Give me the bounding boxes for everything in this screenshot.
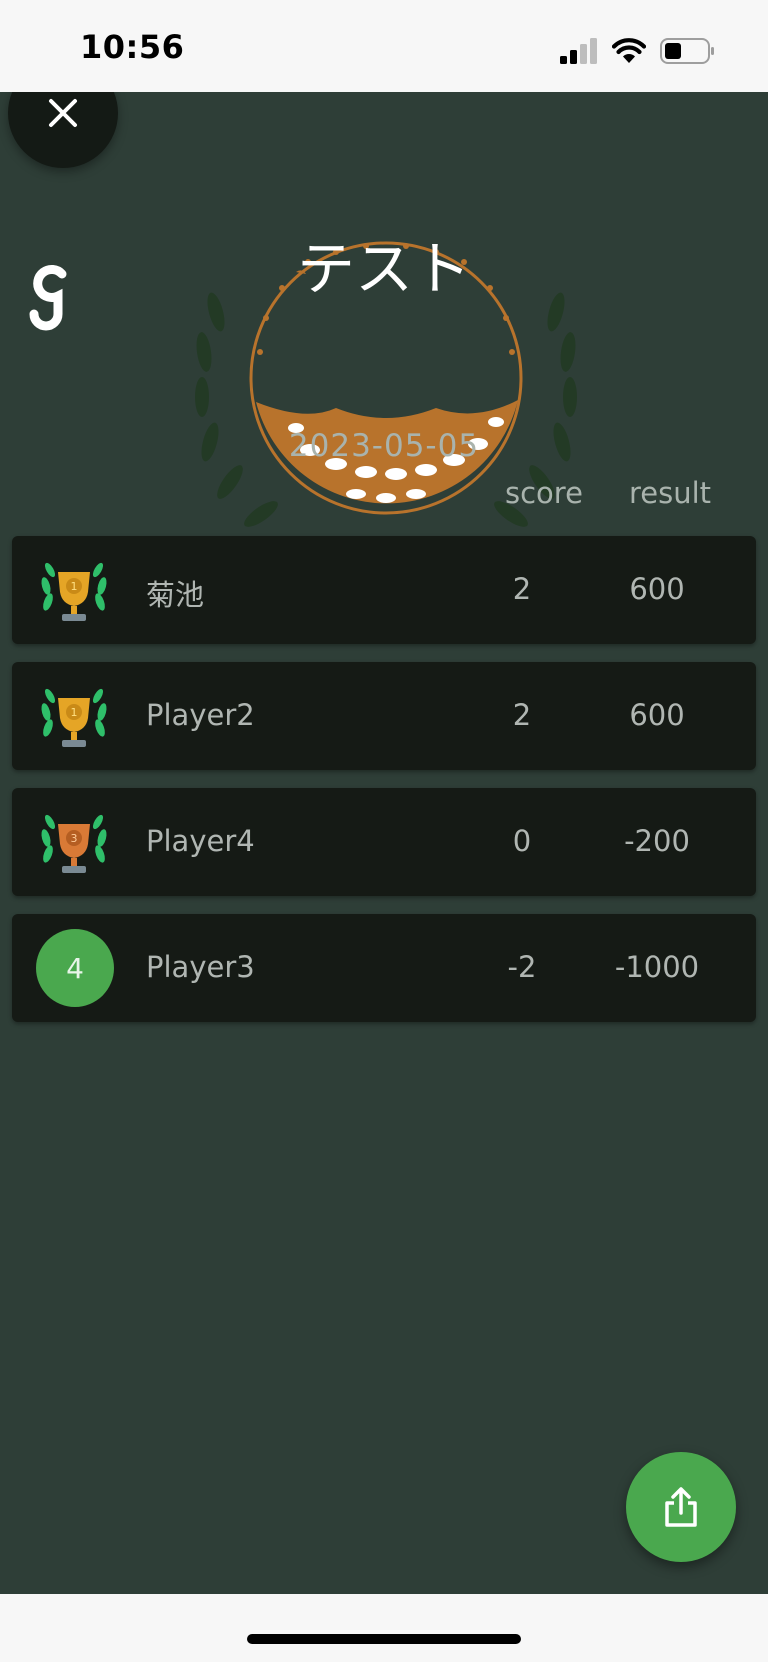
player-result: -200 bbox=[624, 824, 690, 858]
player-result: -1000 bbox=[614, 950, 700, 984]
result-column-header: result bbox=[629, 476, 712, 510]
svg-text:1: 1 bbox=[71, 580, 78, 593]
player-name: Player4 bbox=[146, 824, 255, 858]
svg-text:3: 3 bbox=[71, 832, 78, 845]
player-score: 2 bbox=[512, 572, 532, 606]
status-bar: 10:56 bbox=[0, 0, 768, 92]
player-score: 2 bbox=[512, 698, 532, 732]
close-icon bbox=[49, 99, 77, 127]
results-screen: テスト 2023-05-05 score result 1 菊池 2 600 1 bbox=[0, 92, 768, 1594]
player-row[interactable]: 3 Player4 0 -200 bbox=[12, 788, 756, 896]
player-result: 600 bbox=[629, 572, 685, 606]
player-list: 1 菊池 2 600 1 Player2 2 600 3 Player4 0 -… bbox=[12, 536, 756, 1040]
status-icons bbox=[560, 38, 716, 64]
home-indicator[interactable] bbox=[247, 1634, 521, 1644]
player-score: -2 bbox=[507, 950, 537, 984]
app-logo-icon bbox=[22, 264, 70, 340]
gold-trophy-icon: 1 bbox=[41, 562, 107, 621]
event-title: テスト bbox=[296, 235, 471, 303]
svg-text:1: 1 bbox=[71, 706, 78, 719]
score-column-header: score bbox=[505, 476, 583, 510]
player-score: 0 bbox=[512, 824, 532, 858]
battery-icon bbox=[660, 38, 714, 64]
rank-badge: 4 bbox=[36, 929, 114, 1007]
status-time: 10:56 bbox=[80, 28, 185, 66]
share-icon bbox=[665, 1487, 697, 1527]
player-row[interactable]: 1 Player2 2 600 bbox=[12, 662, 756, 770]
bronze-trophy-icon: 3 bbox=[41, 814, 107, 873]
player-row[interactable]: 4 Player3 -2 -1000 bbox=[12, 914, 756, 1022]
player-name: Player3 bbox=[146, 950, 255, 984]
player-name: Player2 bbox=[146, 698, 255, 732]
gold-trophy-icon: 1 bbox=[41, 688, 107, 747]
share-button[interactable] bbox=[626, 1452, 736, 1562]
player-row[interactable]: 1 菊池 2 600 bbox=[12, 536, 756, 644]
event-date: 2023-05-05 bbox=[288, 428, 480, 464]
player-result: 600 bbox=[629, 698, 685, 732]
cellular-signal-icon bbox=[560, 38, 597, 64]
close-button[interactable] bbox=[8, 92, 118, 168]
player-name: 菊池 bbox=[146, 578, 205, 612]
wifi-icon bbox=[612, 38, 646, 63]
